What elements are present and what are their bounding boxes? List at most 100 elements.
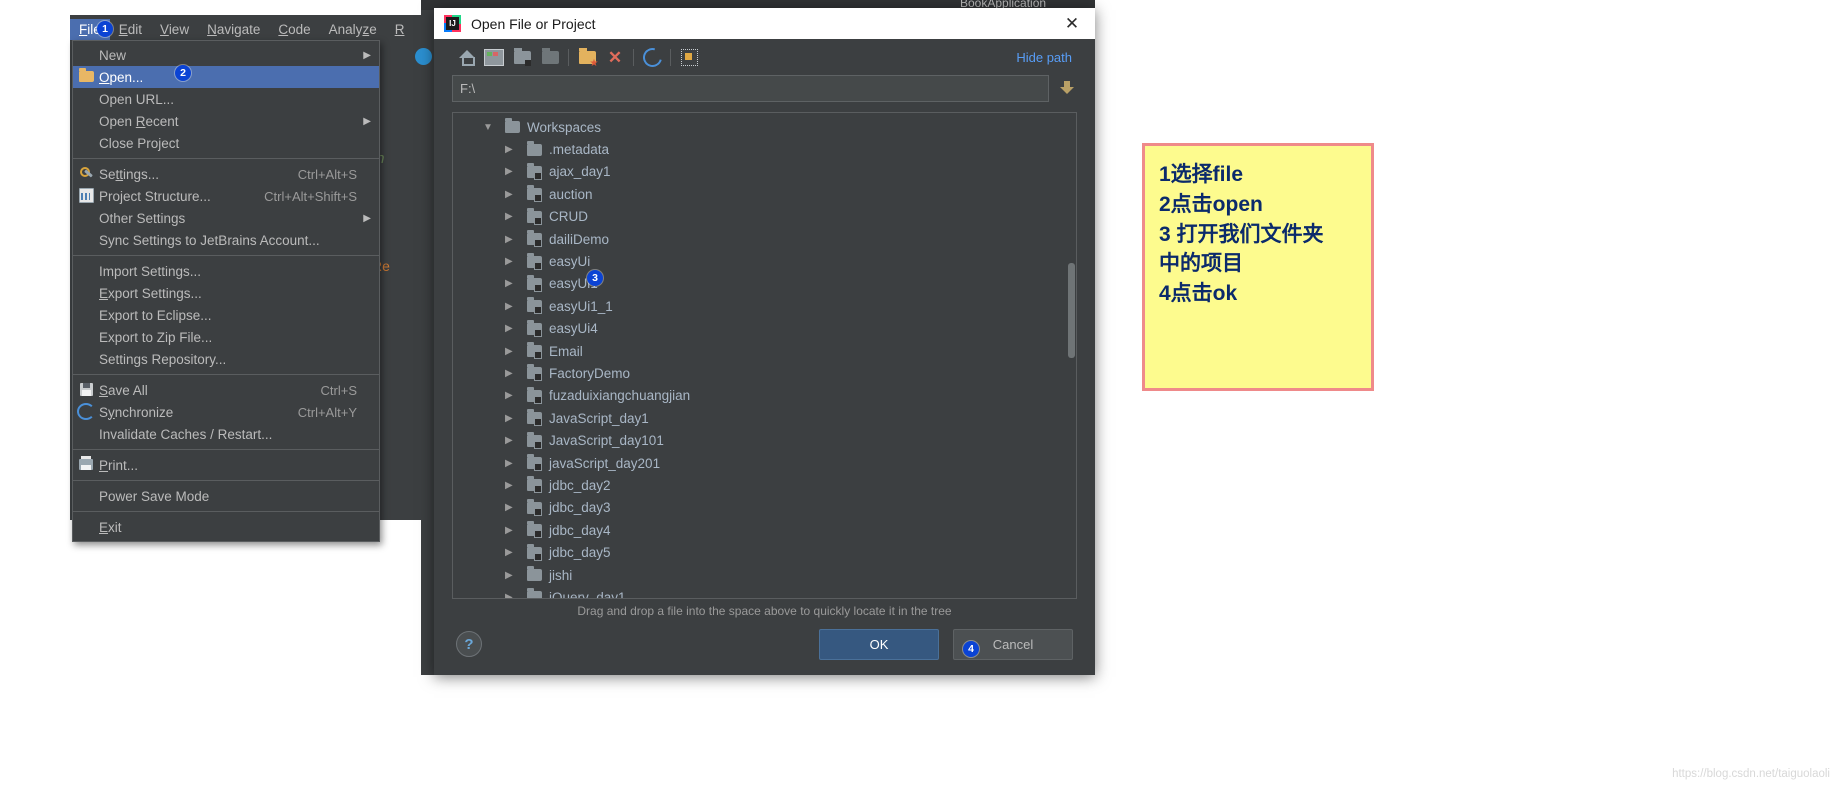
tree-row[interactable]: ▶ easyUi1 [453, 273, 1076, 295]
chevron-right-icon[interactable]: ▶ [505, 346, 527, 357]
menubar-item-view[interactable]: View [151, 19, 198, 40]
menu-item-settings-repository[interactable]: Settings Repository... [73, 348, 379, 370]
menu-item-export-to-eclipse[interactable]: Export to Eclipse... [73, 304, 379, 326]
tree-row[interactable]: ▶ Email [453, 340, 1076, 362]
path-input[interactable]: F:\ [452, 75, 1049, 102]
menu-item-new[interactable]: New ▶ [73, 44, 379, 66]
folder-icon [527, 566, 542, 581]
hide-path-link[interactable]: Hide path [1016, 50, 1077, 65]
tree-item-label: jQuery_day1 [549, 589, 626, 599]
menu-item-settings[interactable]: Settings... Ctrl+Alt+S [73, 163, 379, 185]
chevron-right-icon[interactable]: ▶ [505, 547, 527, 558]
menubar-item-navigate[interactable]: Navigate [198, 19, 269, 40]
tree-row[interactable]: ▶ JavaScript_day1 [453, 407, 1076, 429]
project-structure-icon [73, 187, 99, 205]
tree-row[interactable]: ▶ easyUi [453, 250, 1076, 272]
tree-row[interactable]: ▶ FactoryDemo [453, 362, 1076, 384]
chevron-right-icon[interactable]: ▶ [505, 390, 527, 401]
chevron-right-icon[interactable]: ▶ [505, 525, 527, 536]
menu-item-label: New [99, 47, 127, 63]
chevron-right-icon[interactable]: ▶ [505, 323, 527, 334]
delete-icon[interactable]: ✕ [601, 44, 629, 70]
tree-row[interactable]: ▶ JavaScript_day101 [453, 429, 1076, 451]
menubar-item-r[interactable]: R [386, 19, 414, 40]
tree-row[interactable]: ▼ Workspaces [453, 116, 1076, 138]
chevron-right-icon[interactable]: ▶ [505, 256, 527, 267]
menubar-item-edit[interactable]: Edit [110, 19, 151, 40]
show-hidden-icon[interactable] [675, 44, 703, 70]
menubar-item-code[interactable]: Code [269, 19, 319, 40]
chevron-right-icon[interactable]: ▶ [505, 458, 527, 469]
menu-item-open-recent[interactable]: Open Recent ▶ [73, 110, 379, 132]
desktop-icon[interactable] [480, 44, 508, 70]
menu-item-invalidate-caches-restart[interactable]: Invalidate Caches / Restart... [73, 423, 379, 445]
tree-row[interactable]: ▶ easyUi1_1 [453, 295, 1076, 317]
chevron-right-icon[interactable]: ▶ [505, 166, 527, 177]
file-tree[interactable]: ▼ Workspaces ▶ .metadata ▶ ajax_day1 ▶ auction ▶… [452, 112, 1077, 599]
menu-item-label: Exit [99, 519, 122, 535]
menu-item-exit[interactable]: Exit [73, 516, 379, 538]
chevron-right-icon[interactable]: ▶ [505, 234, 527, 245]
menu-item-sync-settings-to-jetbrains-account[interactable]: Sync Settings to JetBrains Account... [73, 229, 379, 251]
chevron-right-icon[interactable]: ▶ [505, 570, 527, 581]
tree-row[interactable]: ▶ jdbc_day2 [453, 474, 1076, 496]
menu-item-power-save-mode[interactable]: Power Save Mode [73, 485, 379, 507]
tree-row[interactable]: ▶ javaScript_day201 [453, 452, 1076, 474]
tree-row[interactable]: ▶ .metadata [453, 138, 1076, 160]
help-button[interactable]: ? [456, 631, 482, 657]
tree-row[interactable]: ▶ auction [453, 183, 1076, 205]
chevron-right-icon[interactable]: ▶ [505, 144, 527, 155]
menu-item-save-all[interactable]: Save All Ctrl+S [73, 379, 379, 401]
folder-icon [527, 409, 542, 427]
menu-item-import-settings[interactable]: Import Settings... [73, 260, 379, 282]
chevron-right-icon[interactable]: ▶ [505, 368, 527, 379]
chevron-right-icon[interactable]: ▶ [505, 413, 527, 424]
folder-icon [527, 364, 542, 382]
chevron-down-icon[interactable]: ▼ [483, 122, 505, 133]
chevron-right-icon[interactable]: ▶ [505, 502, 527, 513]
menubar-item-analyze[interactable]: Analyze [320, 19, 386, 40]
folder-gray-icon[interactable] [536, 44, 564, 70]
tree-row[interactable]: ▶ ajax_day1 [453, 161, 1076, 183]
menu-item-export-to-zip-file[interactable]: Export to Zip File... [73, 326, 379, 348]
chevron-right-icon[interactable]: ▶ [505, 278, 527, 289]
menu-item-synchronize[interactable]: Synchronize Ctrl+Alt+Y [73, 401, 379, 423]
chevron-right-icon[interactable]: ▶ [505, 211, 527, 222]
ok-button[interactable]: OK [819, 628, 939, 660]
down-arrow-icon[interactable] [1057, 78, 1077, 100]
menu-item-other-settings[interactable]: Other Settings ▶ [73, 207, 379, 229]
menu-item-print[interactable]: Print... [73, 454, 379, 476]
tree-row[interactable]: ▶ jdbc_day5 [453, 541, 1076, 563]
file-menu[interactable]: New ▶ Open... Open URL... Open Recent ▶ Close … [72, 40, 380, 542]
menu-item-export-settings[interactable]: Export Settings... [73, 282, 379, 304]
folder-icon [527, 588, 542, 598]
tree-row[interactable]: ▶ fuzaduixiangchuangjian [453, 385, 1076, 407]
tree-row[interactable]: ▶ jQuery_day1 [453, 586, 1076, 599]
tree-row[interactable]: ▶ dailiDemo [453, 228, 1076, 250]
chevron-right-icon[interactable]: ▶ [505, 480, 527, 491]
tree-row[interactable]: ▶ CRUD [453, 206, 1076, 228]
folder-up-icon[interactable] [508, 44, 536, 70]
tree-row[interactable]: ▶ jishi [453, 564, 1076, 586]
menu-item-project-structure[interactable]: Project Structure... Ctrl+Alt+Shift+S [73, 185, 379, 207]
menu-item-open-url[interactable]: Open URL... [73, 88, 379, 110]
menu-item-label: Save All [99, 382, 148, 398]
menu-item-close-project[interactable]: Close Project [73, 132, 379, 154]
menu-item-open[interactable]: Open... [73, 66, 379, 88]
close-icon[interactable]: ✕ [1059, 11, 1085, 37]
chevron-right-icon[interactable]: ▶ [505, 435, 527, 446]
tree-row[interactable]: ▶ jdbc_day4 [453, 519, 1076, 541]
refresh-icon[interactable] [638, 44, 666, 70]
tree-row[interactable]: ▶ jdbc_day3 [453, 497, 1076, 519]
tree-item-label: jdbc_day2 [549, 477, 611, 493]
home-icon[interactable] [452, 44, 480, 70]
submenu-arrow-icon: ▶ [363, 49, 371, 61]
folder-icon [527, 431, 542, 449]
tree-scrollbar[interactable] [1068, 263, 1075, 358]
chevron-right-icon[interactable]: ▶ [505, 592, 527, 598]
menu-separator [73, 480, 379, 481]
tree-row[interactable]: ▶ easyUi4 [453, 318, 1076, 340]
new-folder-icon[interactable] [573, 44, 601, 70]
chevron-right-icon[interactable]: ▶ [505, 189, 527, 200]
chevron-right-icon[interactable]: ▶ [505, 301, 527, 312]
